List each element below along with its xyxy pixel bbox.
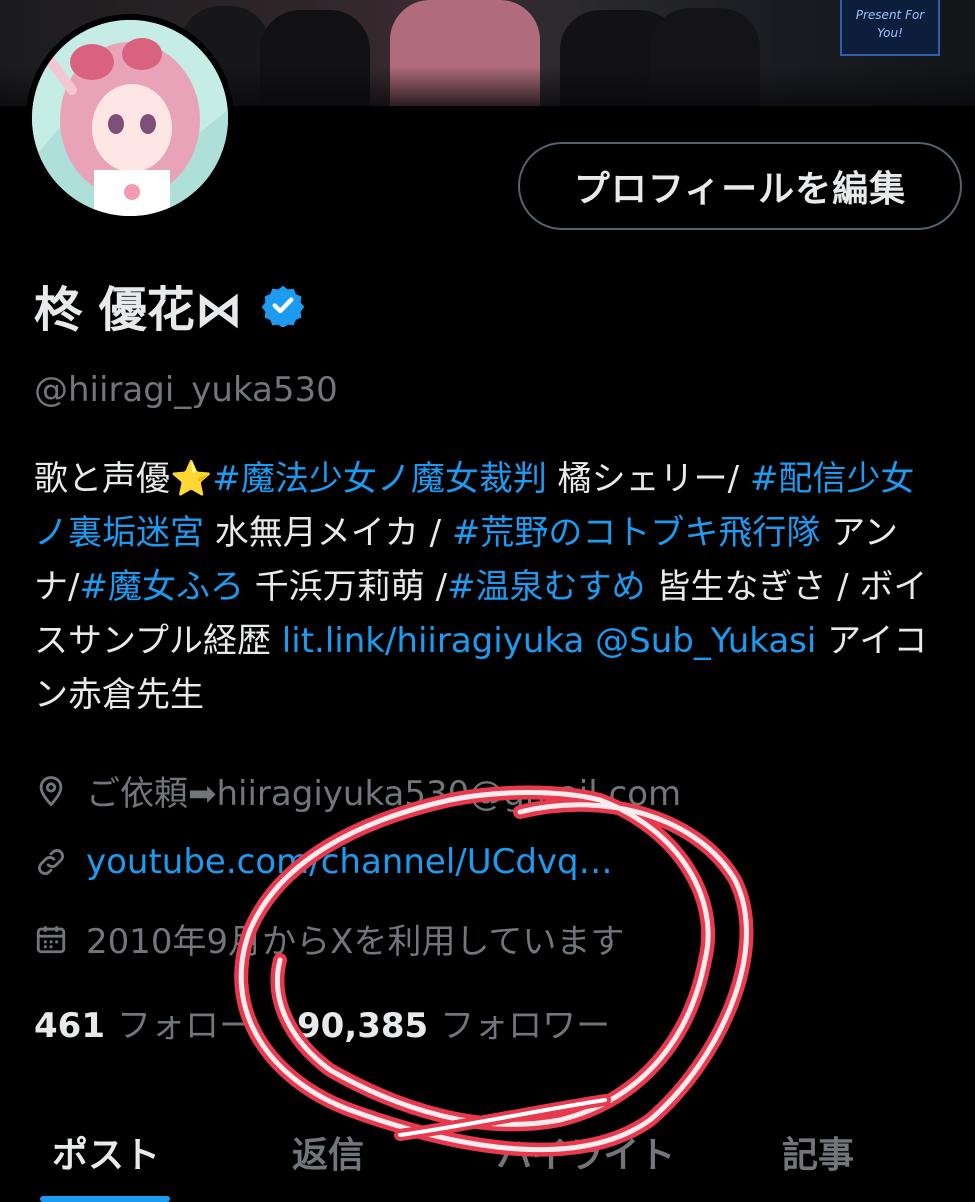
link-icon (38, 849, 64, 875)
profile-tabs: ポスト 返信 ハイライト 記事 (0, 1100, 975, 1202)
follow-stats: 461 フォロー 90,385 フォロワー (34, 998, 610, 1047)
following-count: 461 (34, 1006, 105, 1046)
following-link[interactable]: 461 フォロー (34, 998, 253, 1047)
joined-row: 2010年9月からXを利用しています (34, 914, 624, 963)
followers-label: フォロワー (440, 1006, 611, 1046)
tab-posts[interactable]: ポスト (52, 1126, 160, 1178)
bio-link[interactable]: #荒野のコトブキ飛行隊 (452, 513, 821, 553)
tab-highlights[interactable]: ハイライト (496, 1126, 675, 1178)
website-row: youtube.com/channel/UCdvq… (34, 842, 613, 882)
bio-text (584, 621, 595, 661)
active-tab-indicator (40, 1196, 170, 1202)
bio-text: 橘シェリー/ (546, 459, 750, 499)
location-row: ご依頼➡hiiragiyuka530@gmail.com (34, 766, 681, 815)
bio-text: 水無月メイカ / (204, 513, 452, 553)
banner-sign: Present For You! (840, 0, 940, 56)
edit-profile-button[interactable]: プロフィールを編集 (518, 142, 962, 230)
avatar-illustration (32, 20, 228, 216)
name-row: 柊 優花⋈ (34, 270, 305, 340)
profile-bio: 歌と声優⭐#魔法少女ノ魔女裁判 橘シェリー/ #配信少女ノ裏垢迷宮 水無月メイカ… (34, 452, 934, 722)
bio-link[interactable]: #魔女ふろ (79, 567, 244, 607)
bio-link[interactable]: #温泉むすめ (447, 567, 646, 607)
location-text: ご依頼➡hiiragiyuka530@gmail.com (86, 774, 682, 814)
website-link[interactable]: youtube.com/channel/UCdvq… (86, 842, 613, 882)
location-pin-icon (39, 775, 63, 806)
tab-replies[interactable]: 返信 (292, 1126, 364, 1178)
bio-text: ⭐ (170, 459, 213, 499)
joined-date-text: 2010年9月からXを利用しています (86, 922, 625, 962)
bio-link[interactable]: lit.link/hiiragiyuka (282, 621, 585, 661)
calendar-icon (36, 925, 66, 953)
tab-articles[interactable]: 記事 (782, 1126, 854, 1178)
bio-link[interactable]: @Sub_Yukasi (595, 621, 816, 661)
verified-badge-icon[interactable] (261, 283, 305, 327)
bio-link[interactable]: #魔法少女ノ魔女裁判 (212, 459, 547, 499)
followers-count: 90,385 (296, 1006, 429, 1046)
followers-link[interactable]: 90,385 フォロワー (297, 998, 610, 1047)
profile-handle: @hiiragi_yuka530 (34, 370, 338, 410)
display-name: 柊 優花⋈ (34, 282, 243, 338)
bio-text: 千浜万莉萌 / (243, 567, 448, 607)
profile-avatar[interactable] (26, 14, 234, 222)
following-label: フォロー (116, 1006, 253, 1046)
bio-text: 歌と声優 (34, 459, 170, 499)
